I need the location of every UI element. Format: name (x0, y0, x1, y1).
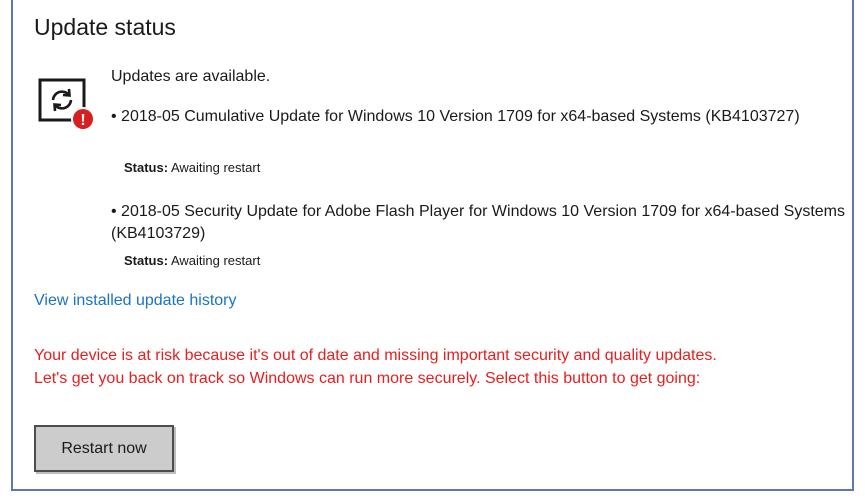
update-item-status: Status: Awaiting restart (124, 253, 260, 268)
badge-exclamation: ! (80, 112, 85, 129)
status-label: Status: (124, 253, 169, 268)
risk-warning-line: Let's get you back on track so Windows c… (34, 370, 701, 387)
refresh-arrows-icon (51, 88, 73, 112)
restart-now-button[interactable]: Restart now (34, 425, 174, 472)
risk-warning-line: Your device is at risk because it's out … (34, 347, 717, 364)
update-item-title: • 2018-05 Security Update for Adobe Flas… (111, 203, 845, 242)
status-value: Awaiting restart (168, 160, 261, 175)
risk-warning-message: Your device is at risk because it's out … (34, 344, 854, 390)
status-value: Awaiting restart (168, 253, 261, 268)
view-update-history-link[interactable]: View installed update history (34, 292, 237, 310)
updates-available-text: Updates are available. (111, 68, 271, 85)
update-status-panel: Update status ! Updates are available. •… (11, 0, 854, 491)
update-item-status: Status: Awaiting restart (124, 160, 260, 175)
update-item-title: • 2018-05 Cumulative Update for Windows … (111, 108, 800, 125)
status-label: Status: (124, 160, 169, 175)
page-title: Update status (34, 14, 176, 40)
update-warning-icon: ! (38, 78, 95, 131)
